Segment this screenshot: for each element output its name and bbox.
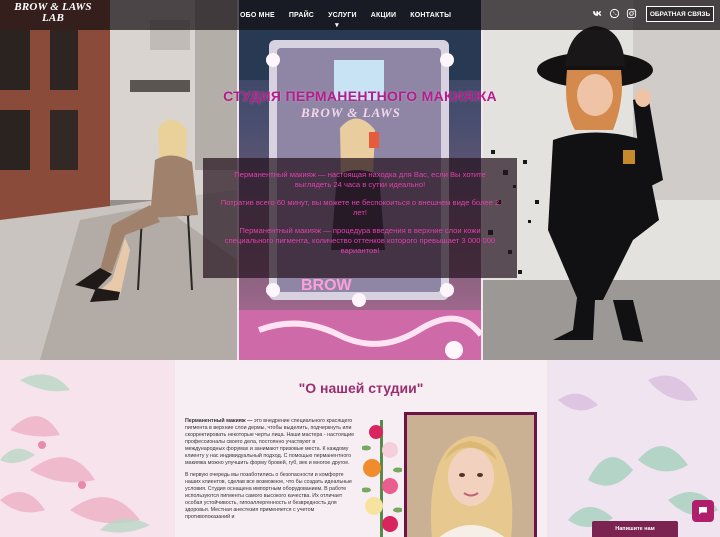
hero-paragraph-3: Перманентный макияж — процедура введения…	[224, 226, 496, 255]
about-lead-text: это внедрение специального красящего пиг…	[185, 418, 355, 466]
site-header: BROW & LAWS LAB ОБО МНЕ ПРАЙС УСЛУГИ ▾ А…	[0, 0, 720, 30]
hero-text-box: Перманентный макияж — настоящая находка …	[203, 158, 517, 278]
about-text: Перманентный макияж — это внедрение спец…	[185, 418, 355, 526]
about-lead-bold: Перманентный макияж —	[185, 418, 253, 424]
hero-photo-master	[483, 0, 720, 360]
chevron-down-icon: ▾	[335, 21, 339, 29]
svg-text:BROW: BROW	[301, 277, 353, 294]
floral-decoration-left	[0, 360, 174, 537]
hero-title: СТУДИЯ ПЕРМАНЕНТНОГО МАКИЯЖА	[223, 88, 497, 104]
main-nav: ОБО МНЕ ПРАЙС УСЛУГИ ▾ АКЦИИ КОНТАКТЫ	[240, 0, 465, 30]
chat-widget-button[interactable]	[692, 500, 714, 522]
hero-section: BROW BROW & LAWS СТУДИЯ ПЕРМАНЕНТНОГО МА…	[0, 0, 720, 360]
about-section: "О нашей студии" Перманентный макияж — э…	[0, 360, 720, 537]
whatsapp-icon[interactable]	[609, 8, 620, 19]
hero-paragraph-1: Перманентный макияж — настоящая находка …	[234, 170, 486, 189]
master-portrait	[404, 412, 537, 537]
nav-item-services[interactable]: УСЛУГИ ▾	[328, 11, 357, 29]
about-paragraph-2: В первую очередь мы позаботились о безоп…	[185, 472, 352, 520]
logo-line-2: LAB	[42, 12, 64, 24]
social-links	[592, 8, 637, 19]
vk-icon[interactable]	[592, 8, 603, 19]
chat-icon	[699, 507, 707, 515]
write-to-us-button[interactable]: Напишите нам	[592, 521, 678, 537]
nav-item-price[interactable]: ПРАЙС	[289, 12, 314, 19]
callback-button[interactable]: ОБРАТНАЯ СВЯЗЬ	[646, 6, 714, 22]
studio-sign: BROW & LAWS	[301, 105, 401, 120]
nav-item-services-label: УСЛУГИ	[328, 11, 357, 19]
hero-photo-alley	[0, 0, 237, 360]
instagram-icon[interactable]	[626, 8, 637, 19]
nav-item-contacts[interactable]: КОНТАКТЫ	[410, 12, 451, 19]
nav-item-promos[interactable]: АКЦИИ	[371, 12, 397, 19]
logo[interactable]: BROW & LAWS LAB	[8, 2, 98, 24]
roses-decoration	[362, 420, 402, 537]
about-paragraph-1: Перманентный макияж — это внедрение спец…	[185, 418, 355, 467]
hero-paragraph-2: Потратив всего 60 минут, вы можете не бе…	[220, 198, 500, 217]
about-title: "О нашей студии"	[298, 380, 424, 396]
about-content: "О нашей студии" Перманентный макияж — э…	[175, 360, 547, 537]
nav-item-about[interactable]: ОБО МНЕ	[240, 12, 275, 19]
